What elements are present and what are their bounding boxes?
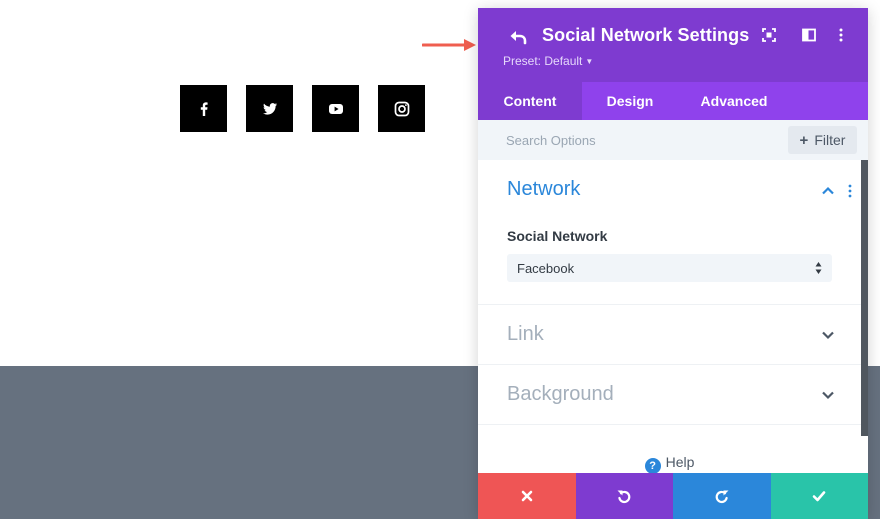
filter-button[interactable]: + Filter [788,126,857,154]
section-title-network[interactable]: Network [507,178,580,201]
section-title-background[interactable]: Background [507,383,614,406]
chevron-up-icon[interactable] [821,184,835,198]
twitter-icon [262,102,277,115]
plus-icon: + [799,131,809,149]
preset-label: Preset: Default [503,54,583,68]
pointer-arrow-icon [422,39,476,51]
help-label: Help [665,454,695,470]
panel-header: Social Network Settings Preset: Default ▼ [478,8,868,82]
save-button[interactable] [770,473,868,519]
social-button-facebook[interactable] [180,85,227,132]
search-options-input[interactable] [506,130,756,150]
social-network-settings-panel: Social Network Settings Preset: Default ▼… [478,8,868,519]
social-button-youtube[interactable] [312,85,359,132]
section-title-link[interactable]: Link [507,323,544,346]
back-arrow-icon[interactable] [507,26,529,48]
help-icon: ? [644,458,661,474]
close-icon [521,490,533,502]
caret-down-icon: ▼ [585,57,594,66]
redo-icon [715,490,729,504]
panel-footer [478,473,868,519]
tab-content[interactable]: Content [478,82,582,120]
social-network-select[interactable]: Facebook [507,254,832,282]
tab-advanced[interactable]: Advanced [678,82,790,120]
instagram-icon [394,101,409,116]
undo-icon [617,490,631,504]
youtube-icon [328,103,343,114]
chevron-down-icon[interactable] [821,328,835,342]
section-background: Background [478,365,861,425]
social-button-twitter[interactable] [246,85,293,132]
panel-tabs: Content Design Advanced [478,82,868,120]
fullscreen-icon[interactable] [761,27,777,43]
panel-title: Social Network Settings [542,25,750,45]
help-link[interactable]: ? Help [478,454,861,474]
filter-label: Filter [814,132,846,148]
section-network: Network Social Network Facebook [478,160,861,305]
preset-dropdown[interactable]: Preset: Default ▼ [503,54,593,68]
social-network-select-value: Facebook [517,261,575,276]
panel-scrollbar[interactable] [861,160,868,436]
more-options-icon[interactable] [833,27,849,43]
section-options-icon[interactable] [847,184,853,198]
checkmark-icon [812,491,826,502]
discard-button[interactable] [478,473,576,519]
section-link: Link [478,305,861,365]
social-network-label: Social Network [507,228,608,244]
redo-button[interactable] [673,473,771,519]
tab-design[interactable]: Design [582,82,678,120]
split-view-icon[interactable] [801,27,817,43]
social-follow-row [180,85,425,132]
facebook-icon [200,101,208,116]
undo-button[interactable] [575,473,673,519]
search-bar: + Filter [478,120,868,160]
chevron-down-icon[interactable] [821,388,835,402]
social-button-instagram[interactable] [378,85,425,132]
select-updown-icon [815,262,822,274]
settings-content: Network Social Network Facebook Link Bac [478,160,861,473]
